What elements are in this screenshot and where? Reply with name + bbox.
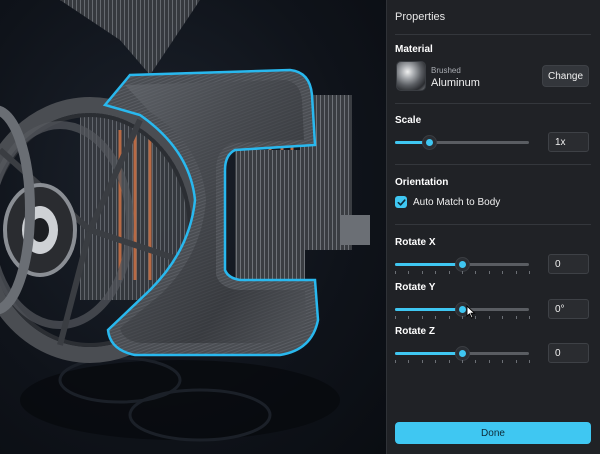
slider-tick <box>421 316 423 319</box>
properties-panel: Properties Material Brushed Aluminum Cha… <box>386 0 600 454</box>
rotate-x-label: Rotate X <box>395 237 436 248</box>
material-sub-label: Brushed <box>431 66 461 75</box>
checkmark-icon <box>397 198 406 206</box>
auto-match-checkbox[interactable] <box>395 196 407 208</box>
scale-slider[interactable] <box>395 136 529 149</box>
slider-tick <box>408 316 410 319</box>
slider-tick <box>408 271 410 274</box>
rotate-x-slider-thumb[interactable] <box>456 258 469 271</box>
material-label: Material <box>395 44 433 55</box>
material-swatch[interactable] <box>396 61 426 91</box>
rotate-z-slider-fill <box>395 352 462 355</box>
slider-tick <box>502 316 504 319</box>
3d-viewport[interactable] <box>0 0 386 454</box>
divider <box>395 224 591 225</box>
slider-tick <box>515 316 517 319</box>
slider-tick <box>435 316 437 319</box>
slider-tick <box>475 360 477 363</box>
slider-tick <box>421 360 423 363</box>
slider-tick <box>515 360 517 363</box>
slider-tick <box>529 271 530 274</box>
pointer-cursor-icon <box>466 305 476 319</box>
rotate-x-slider[interactable] <box>395 258 530 274</box>
change-material-button[interactable]: Change <box>542 65 589 87</box>
rotate-y-slider-fill <box>395 308 462 311</box>
slider-tick <box>462 316 463 319</box>
rotate-z-slider-thumb[interactable] <box>456 347 469 360</box>
slider-tick <box>421 271 423 274</box>
rotate-z-slider[interactable] <box>395 347 530 363</box>
done-button[interactable]: Done <box>395 422 591 444</box>
slider-tick <box>435 271 437 274</box>
auto-match-label: Auto Match to Body <box>413 197 501 208</box>
slider-tick <box>502 360 504 363</box>
rotate-z-label: Rotate Z <box>395 326 435 337</box>
slider-tick <box>488 360 490 363</box>
slider-tick <box>515 271 517 274</box>
scale-slider-thumb[interactable] <box>422 136 436 149</box>
divider <box>395 164 591 165</box>
rotate-y-value-field[interactable]: 0° <box>548 299 589 319</box>
scale-value-field[interactable]: 1x <box>548 132 589 152</box>
slider-tick <box>488 271 490 274</box>
slider-tick <box>475 271 477 274</box>
fan-cooler-model[interactable] <box>0 0 386 454</box>
rotate-x-value-field[interactable]: 0 <box>548 254 589 274</box>
scale-label: Scale <box>395 115 422 126</box>
rotate-y-label: Rotate Y <box>395 282 436 293</box>
slider-tick <box>408 360 410 363</box>
slider-tick <box>435 360 437 363</box>
divider <box>395 34 591 35</box>
slider-tick <box>462 271 463 274</box>
slider-tick <box>529 360 530 363</box>
slider-tick <box>448 360 450 363</box>
material-name: Aluminum <box>431 77 480 89</box>
rotate-x-slider-fill <box>395 263 462 266</box>
slider-tick <box>529 316 530 319</box>
slider-tick <box>448 271 450 274</box>
panel-title: Properties <box>395 11 446 23</box>
slider-tick <box>395 360 396 363</box>
slider-tick <box>502 271 504 274</box>
slider-tick <box>448 316 450 319</box>
rotate-y-slider[interactable] <box>395 303 530 319</box>
slider-tick <box>395 271 396 274</box>
slider-tick <box>488 316 490 319</box>
slider-tick <box>395 316 396 319</box>
divider <box>395 103 591 104</box>
orientation-label: Orientation <box>395 177 449 188</box>
rotate-z-value-field[interactable]: 0 <box>548 343 589 363</box>
slider-tick <box>462 360 463 363</box>
